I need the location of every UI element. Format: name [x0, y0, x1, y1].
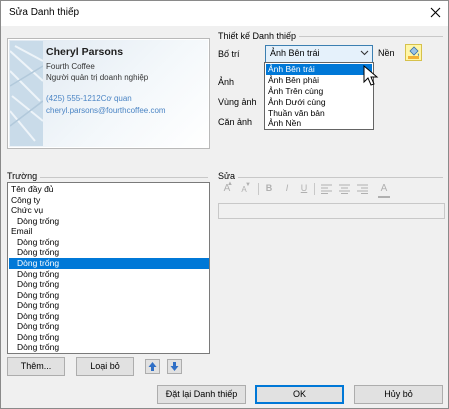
- image-area-label: Vùng ảnh: [218, 97, 257, 107]
- field-list-item[interactable]: Email: [9, 226, 209, 237]
- arrow-down-icon: [170, 362, 179, 371]
- italic-button[interactable]: I: [281, 183, 293, 196]
- layout-select[interactable]: Ảnh Bên trái: [265, 45, 373, 63]
- card-email: cheryl.parsons@fourthcoffee.com: [46, 106, 166, 115]
- ok-button[interactable]: OK: [255, 385, 344, 404]
- field-list-item[interactable]: Dòng trống: [9, 300, 209, 311]
- layout-label: Bố trí: [218, 49, 240, 59]
- move-up-button[interactable]: [145, 359, 160, 374]
- background-color-button[interactable]: [405, 44, 422, 61]
- shrink-font-caret: ▼: [245, 182, 251, 188]
- edit-text-field[interactable]: [218, 203, 445, 219]
- bold-button[interactable]: B: [263, 183, 275, 196]
- fields-section-label: Trường: [7, 171, 41, 181]
- field-list-item[interactable]: Dòng trống: [9, 247, 209, 258]
- image-align-label: Căn ảnh: [218, 117, 253, 127]
- close-icon: [430, 7, 441, 18]
- remove-field-button[interactable]: Loại bỏ: [76, 357, 134, 376]
- image-label: Ảnh: [218, 77, 235, 87]
- window-title: Sửa Danh thiếp: [9, 7, 80, 18]
- field-list-item[interactable]: Chức vụ: [9, 205, 209, 216]
- reset-card-button[interactable]: Đặt lại Danh thiếp: [157, 385, 246, 404]
- field-list-item[interactable]: Dòng trống: [9, 279, 209, 290]
- card-job-title: Người quản trị doanh nghiệp: [46, 73, 149, 82]
- layout-option[interactable]: Ảnh Trên cùng: [266, 86, 372, 97]
- layout-option[interactable]: Ảnh Dưới cùng: [266, 97, 372, 108]
- field-list-item[interactable]: Dòng trống: [9, 342, 209, 353]
- close-button[interactable]: [427, 4, 445, 22]
- field-list-item-selected[interactable]: Dòng trống: [9, 258, 209, 269]
- arrow-up-icon: [148, 362, 157, 371]
- grow-font-caret: ▲: [227, 181, 233, 187]
- card-name: Cheryl Parsons: [46, 46, 124, 58]
- add-field-button[interactable]: Thêm...: [7, 357, 65, 376]
- align-center-icon[interactable]: [339, 184, 350, 194]
- align-right-icon[interactable]: [357, 184, 368, 194]
- layout-select-value: Ảnh Bên trái: [270, 48, 320, 58]
- card-company: Fourth Coffee: [46, 62, 95, 71]
- fields-list[interactable]: Tên đầy đủ Công ty Chức vụ Dòng trống Em…: [7, 182, 210, 354]
- card-photo-image: [10, 41, 43, 146]
- layout-dropdown-list: Ảnh Bên trái Ảnh Bên phải Ảnh Trên cùng …: [264, 62, 374, 130]
- edit-section-label: Sửa: [218, 171, 239, 181]
- chevron-down-icon: [360, 50, 369, 56]
- align-left-icon[interactable]: [321, 184, 332, 194]
- field-list-item[interactable]: Tên đầy đủ: [9, 184, 209, 195]
- background-label: Nền: [378, 48, 395, 58]
- edit-separator: [218, 177, 443, 178]
- paint-bucket-icon: [408, 46, 419, 59]
- design-section-label: Thiết kế Danh thiếp: [218, 31, 300, 41]
- layout-option[interactable]: Ảnh Bên trái: [266, 64, 372, 75]
- layout-option[interactable]: Ảnh Nền: [266, 118, 372, 129]
- toolbar-divider: [314, 183, 315, 195]
- move-down-button[interactable]: [167, 359, 182, 374]
- font-color-swatch: [378, 196, 390, 198]
- cancel-button[interactable]: Hủy bỏ: [354, 385, 443, 404]
- card-preview: Cheryl Parsons Fourth Coffee Người quản …: [7, 38, 210, 149]
- card-phone: (425) 555-1212Cơ quan: [46, 94, 132, 103]
- field-list-item[interactable]: Dòng trống: [9, 321, 209, 332]
- mouse-cursor-icon: [363, 65, 379, 86]
- title-bar: Sửa Danh thiếp: [1, 1, 448, 26]
- card-background: Cheryl Parsons Fourth Coffee Người quản …: [9, 40, 208, 147]
- underline-button[interactable]: U: [298, 183, 310, 196]
- toolbar-divider: [258, 183, 259, 195]
- font-color-button[interactable]: A: [377, 183, 391, 196]
- layout-option[interactable]: Ảnh Bên phải: [266, 75, 372, 86]
- edit-business-card-dialog: Sửa Danh thiếp Cheryl Parsons Fourth Cof…: [0, 0, 449, 409]
